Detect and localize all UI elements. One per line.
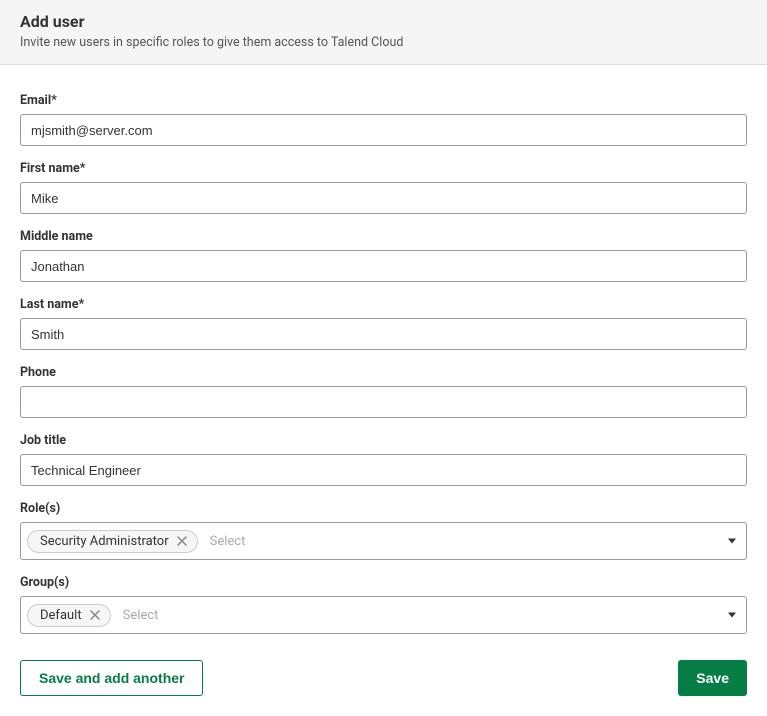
phone-field[interactable] (20, 386, 747, 418)
groups-select[interactable]: Default Select (20, 596, 747, 634)
roles-group: Role(s) Security Administrator Select (20, 501, 747, 560)
roles-select[interactable]: Security Administrator Select (20, 522, 747, 560)
middle-name-field[interactable] (20, 250, 747, 282)
roles-chip: Security Administrator (27, 530, 198, 553)
first-name-label: First name* (20, 161, 747, 176)
phone-group: Phone (20, 365, 747, 418)
roles-chip-label: Security Administrator (40, 534, 169, 549)
close-icon[interactable] (175, 534, 189, 548)
save-and-add-another-button[interactable]: Save and add another (20, 660, 203, 696)
add-user-form: Email* First name* Middle name Last name… (0, 65, 767, 716)
last-name-label: Last name* (20, 297, 747, 312)
groups-label: Group(s) (20, 575, 747, 590)
job-title-label: Job title (20, 433, 747, 448)
page-header: Add user Invite new users in specific ro… (0, 0, 767, 65)
last-name-group: Last name* (20, 297, 747, 350)
phone-label: Phone (20, 365, 747, 380)
middle-name-group: Middle name (20, 229, 747, 282)
email-field[interactable] (20, 114, 747, 146)
page-title: Add user (20, 12, 747, 31)
chevron-down-icon (728, 539, 736, 544)
email-group: Email* (20, 93, 747, 146)
groups-chip-label: Default (40, 608, 82, 623)
save-button[interactable]: Save (678, 660, 747, 696)
first-name-field[interactable] (20, 182, 747, 214)
email-label: Email* (20, 93, 747, 108)
first-name-group: First name* (20, 161, 747, 214)
roles-placeholder: Select (206, 534, 246, 549)
roles-label: Role(s) (20, 501, 747, 516)
job-title-group: Job title (20, 433, 747, 486)
job-title-field[interactable] (20, 454, 747, 486)
chevron-down-icon (728, 613, 736, 618)
button-row: Save and add another Save (20, 660, 747, 696)
groups-placeholder: Select (119, 608, 159, 623)
last-name-field[interactable] (20, 318, 747, 350)
groups-group: Group(s) Default Select (20, 575, 747, 634)
middle-name-label: Middle name (20, 229, 747, 244)
close-icon[interactable] (88, 608, 102, 622)
groups-chip: Default (27, 604, 111, 627)
page-subtitle: Invite new users in specific roles to gi… (20, 35, 747, 50)
